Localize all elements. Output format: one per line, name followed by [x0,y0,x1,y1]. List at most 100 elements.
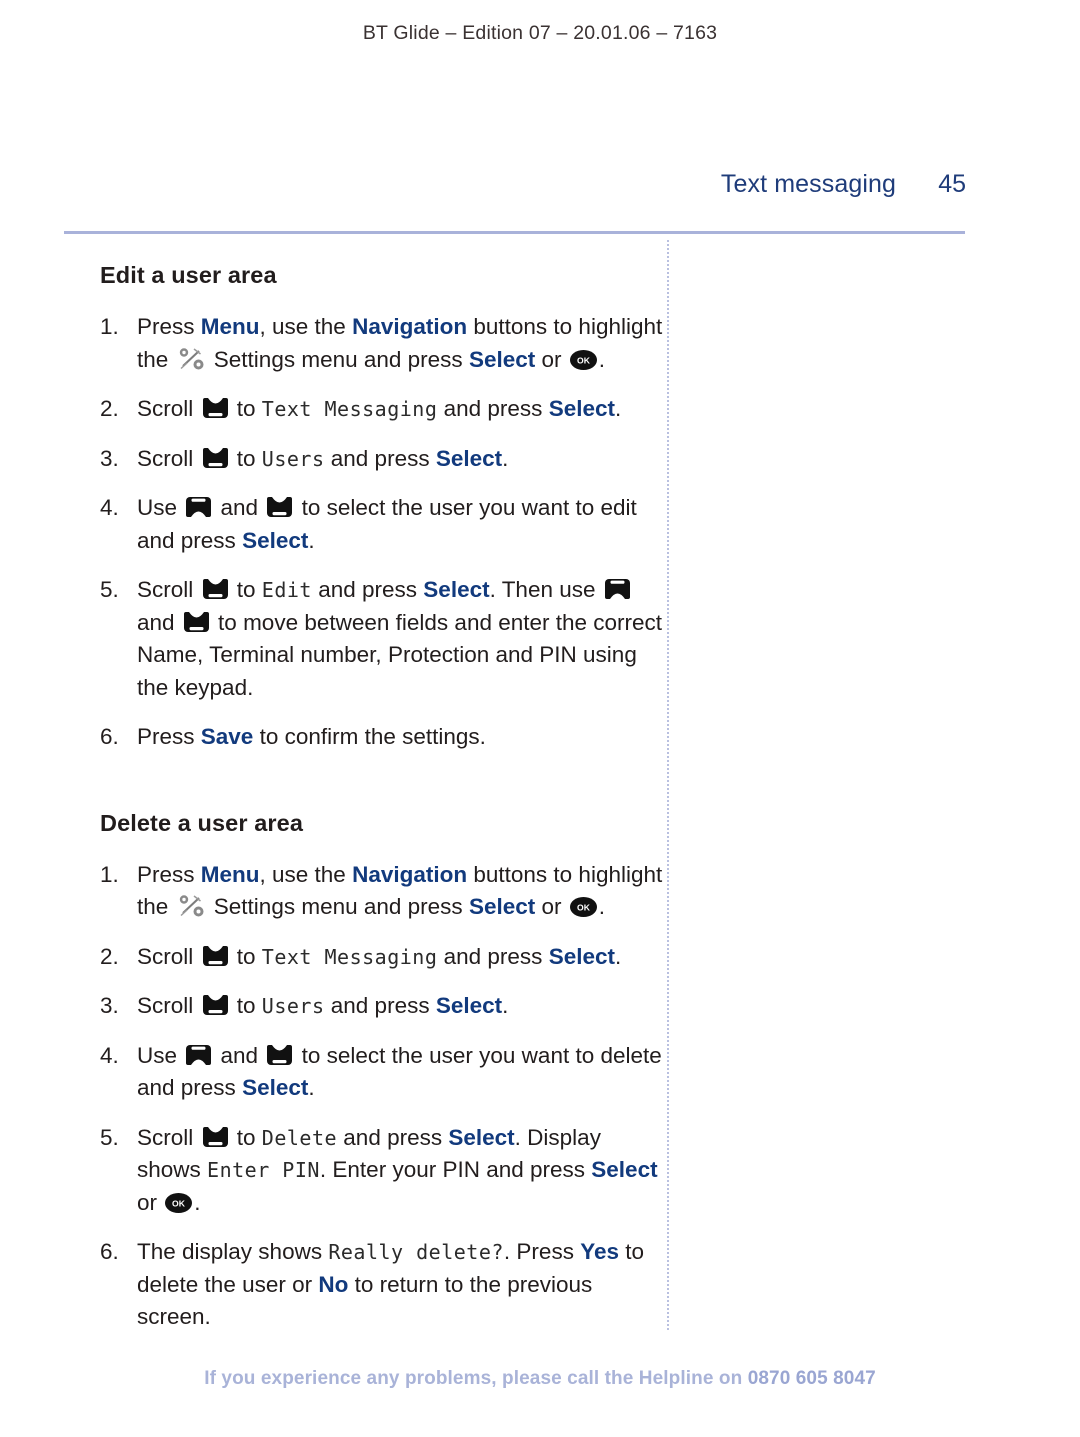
scroll-down-key-icon [267,1044,293,1066]
step-number: 4. [100,495,119,520]
section-1: Edit a user area 1. Press Menu, use the Na… [100,262,670,754]
step-text: to [230,445,262,471]
step-text: and press [324,993,436,1018]
step-text: . [502,445,509,471]
step-text: to [230,396,262,421]
step-number: 4. [100,1042,119,1068]
keyword-select: Select [548,943,615,969]
step-list: 1. Press Menu, use the Navigation buttons… [100,311,670,754]
footer-helpline: If you experience any problems, please c… [0,1368,1080,1390]
step-text: , use the [259,314,353,339]
step-text: Settings menu and press [207,894,469,919]
step-item: 3. Scroll to Users and press Select. [100,990,670,1023]
step-text: to [230,943,262,969]
scroll-down-key-icon [202,1126,228,1148]
scroll-down-key-icon [202,945,228,967]
step-item: 1. Press Menu, use the Navigation buttons… [100,311,670,376]
step-text: Scroll [137,1124,200,1150]
step-text: . Press [503,1239,581,1264]
keyword-select: Select [548,396,615,421]
step-item: 3. Scroll to Users and press Select. [100,443,670,476]
step-item: 2. Scroll to Text Messaging and press Sel… [100,941,670,974]
scroll-down-key-icon [267,496,293,518]
display-text: Really delete? [328,1240,504,1264]
ok-button-icon: OK [165,1192,193,1213]
step-text: Press [137,314,201,339]
footer-telephone: 0870 605 8047 [747,1368,876,1389]
step-text: Scroll [137,396,200,421]
keyword-yes: Yes [580,1239,619,1264]
scroll-down-key-icon [202,994,228,1016]
section-heading: Delete a user area [100,809,303,836]
step-text: to confirm the settings. [253,724,486,749]
step-number: 5. [100,577,119,602]
step-text: . [615,396,622,421]
keyword-navigation: Navigation [352,314,468,339]
step-number: 1. [100,861,119,887]
manual-page: BT Glide – Edition 07 – 20.01.06 – 7163 … [0,0,1080,1437]
step-text: or [535,346,568,372]
step-number: 2. [100,943,119,969]
step-number: 3. [100,993,119,1018]
ok-button-icon: OK [569,349,597,370]
section-2: Delete a user area 1. Press Menu, use the … [100,810,670,1334]
step-text: The display shows [137,1239,329,1264]
step-item: 6. Press Save to confirm the settings. [100,721,670,754]
step-text: . [598,346,606,372]
step-text: Settings menu and press [207,346,469,372]
step-text: Press [137,724,201,749]
keyword-menu: Menu [200,861,260,887]
content-column: Edit a user area 1. Press Menu, use the Na… [100,262,670,1351]
scroll-down-key-icon [202,397,228,419]
step-item: 1. Press Menu, use the Navigation buttons… [100,859,670,924]
running-head: Text messaging 45 [64,170,966,199]
step-text: to move between fields and enter the cor… [137,609,663,700]
keyword-select: Select [435,993,503,1018]
step-text: and press [324,445,436,471]
scroll-up-key-icon [186,496,212,518]
step-text: to select the user you want to edit and … [137,495,637,553]
settings-tools-icon [177,893,205,919]
keyword-no: No [318,1271,349,1297]
step-text: and press [337,1124,449,1150]
step-number: 6. [100,724,119,749]
display-text: Enter PIN [207,1158,320,1182]
step-text: to [230,1124,262,1150]
step-text: Use [137,1042,184,1068]
step-text: Scroll [137,445,200,471]
display-text: Delete [261,1125,338,1150]
step-text: . [308,1075,315,1100]
display-text: Text Messaging [261,944,438,969]
step-text: to [230,993,262,1018]
keyword-select: Select [242,527,309,553]
step-text: . Enter your PIN and press [319,1157,592,1182]
scroll-down-key-icon [183,611,209,633]
scroll-down-key-icon [202,578,228,600]
step-item: 4. Use and to select the user you want to… [100,492,670,557]
section-heading: Edit a user area [100,262,277,288]
step-text: and press [311,577,424,602]
step-item: 5. Scroll to Delete and press Select. Dis… [100,1122,670,1220]
step-text: and [214,1042,265,1068]
svg-text:OK: OK [172,1198,186,1208]
keyword-save: Save [200,724,254,749]
step-text: . [598,894,606,919]
step-text: and [137,609,181,635]
keyword-select: Select [448,1124,515,1150]
footer-message: If you experience any problems, please c… [204,1368,748,1389]
step-text: . [502,993,509,1018]
step-text: to [230,577,262,602]
svg-text:OK: OK [577,903,591,913]
display-text: Users [261,994,325,1018]
page-number: 45 [938,170,966,198]
step-text: and press [437,396,549,421]
step-text: . [308,527,315,553]
step-text: . [615,943,622,969]
scroll-up-key-icon [604,578,630,600]
display-text: Users [261,446,325,471]
svg-text:OK: OK [577,355,591,365]
keyword-select: Select [468,894,536,919]
step-text: Scroll [137,577,200,602]
display-text: Text Messaging [261,397,438,421]
step-text: and [214,495,265,520]
